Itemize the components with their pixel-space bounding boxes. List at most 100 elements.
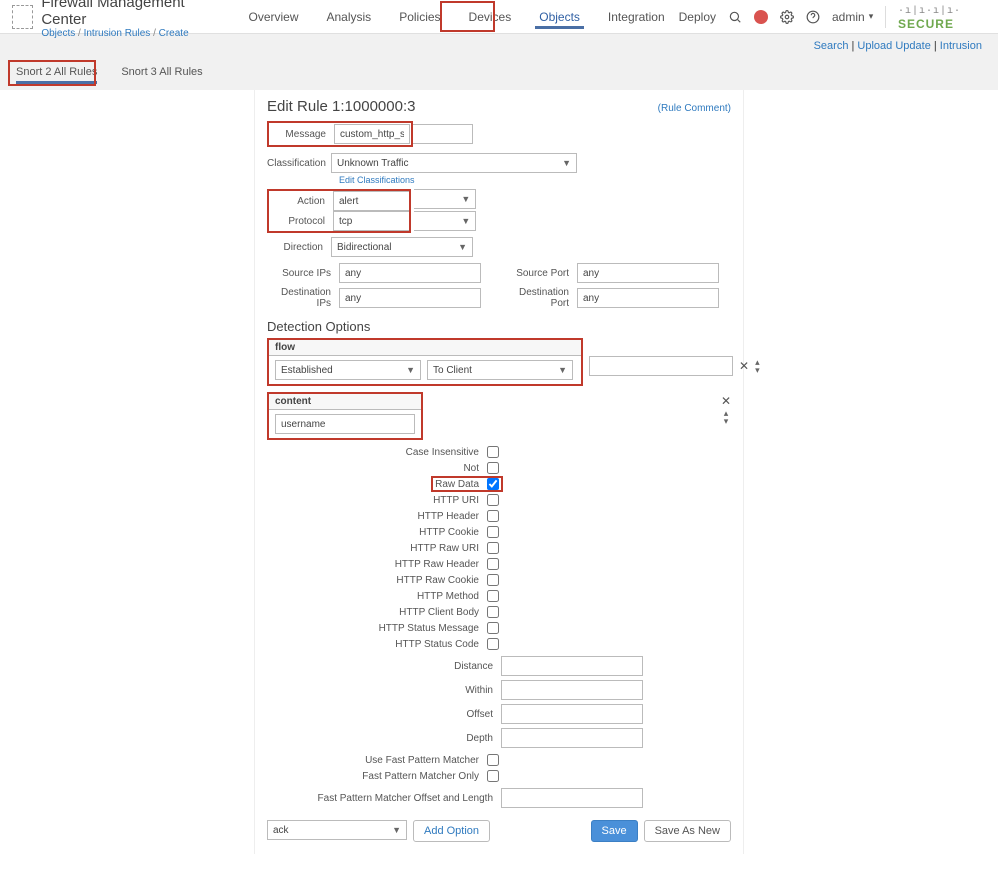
label-within: Within: [465, 685, 493, 696]
save-as-new-button[interactable]: Save As New: [644, 820, 731, 842]
breadcrumb-intrusion-rules[interactable]: Intrusion Rules: [84, 28, 151, 39]
cb-not[interactable]: [487, 462, 499, 474]
label-fast-pattern-matcher-only: Fast Pattern Matcher Only: [362, 771, 479, 782]
flow-reorder-icon[interactable]: ▴▾: [755, 358, 760, 374]
link-search[interactable]: Search: [814, 40, 849, 52]
cb-case-insensitive[interactable]: [487, 446, 499, 458]
app-logo-icon: [12, 5, 33, 29]
save-button[interactable]: Save: [591, 820, 638, 842]
rule-comment-link[interactable]: (Rule Comment): [658, 103, 731, 114]
gear-icon[interactable]: [780, 9, 794, 25]
label-src-ips: Source IPs: [267, 268, 339, 279]
distance-input[interactable]: [501, 656, 643, 676]
protocol-select-caret[interactable]: ▼: [414, 211, 476, 231]
cb-label-http-status-message: HTTP Status Message: [379, 623, 479, 634]
cb-use-fast-pattern-matcher[interactable]: [487, 754, 499, 766]
depth-input[interactable]: [501, 728, 643, 748]
nav-overview[interactable]: Overview: [234, 0, 312, 33]
label-dst-port: Destination Port: [505, 287, 577, 309]
message-input[interactable]: [334, 124, 410, 144]
label-message: Message: [270, 129, 334, 140]
label-distance: Distance: [454, 661, 493, 672]
link-upload-update[interactable]: Upload Update: [857, 40, 930, 52]
deploy-link[interactable]: Deploy: [679, 10, 716, 24]
dst-ips-input[interactable]: [339, 288, 481, 308]
cb-fast-pattern-matcher-only[interactable]: [487, 770, 499, 782]
fpm-offset-input[interactable]: [501, 788, 643, 808]
separator: [885, 6, 886, 28]
breadcrumb-create[interactable]: Create: [159, 28, 189, 39]
flow-remove-icon[interactable]: ✕: [739, 359, 749, 373]
cb-http-method[interactable]: [487, 590, 499, 602]
app-title: Firewall Management Center: [41, 0, 210, 28]
search-icon[interactable]: [728, 9, 742, 25]
cb-label-raw-data: Raw Data: [435, 479, 479, 490]
nav-analysis[interactable]: Analysis: [313, 0, 386, 33]
label-depth: Depth: [466, 733, 493, 744]
action-select[interactable]: alert: [333, 191, 409, 211]
label-offset: Offset: [467, 709, 494, 720]
label-protocol: Protocol: [269, 216, 333, 227]
admin-menu[interactable]: admin▾: [832, 10, 873, 24]
cb-label-http-header: HTTP Header: [417, 511, 479, 522]
nav-objects[interactable]: Objects: [525, 0, 594, 33]
content-reorder-icon[interactable]: ▴▾: [724, 409, 729, 425]
classification-select[interactable]: Unknown Traffic▼: [331, 153, 577, 173]
cb-http-client-body[interactable]: [487, 606, 499, 618]
detection-options-heading: Detection Options: [267, 319, 731, 334]
add-option-button[interactable]: Add Option: [413, 820, 490, 842]
cb-label-http-raw-cookie: HTTP Raw Cookie: [396, 575, 479, 586]
label-fpm-offset: Fast Pattern Matcher Offset and Length: [318, 793, 493, 804]
protocol-select[interactable]: tcp: [333, 211, 409, 231]
src-ips-input[interactable]: [339, 263, 481, 283]
cb-http-raw-cookie[interactable]: [487, 574, 499, 586]
within-input[interactable]: [501, 680, 643, 700]
label-direction: Direction: [267, 242, 331, 253]
flow-option-name: flow: [275, 342, 295, 353]
cb-label-http-cookie: HTTP Cookie: [419, 527, 479, 538]
nav-policies[interactable]: Policies: [385, 0, 454, 33]
cb-label-http-status-code: HTTP Status Code: [395, 639, 479, 650]
flow-extra-input[interactable]: [589, 356, 733, 376]
nav-integration[interactable]: Integration: [594, 0, 679, 33]
content-value-input[interactable]: [275, 414, 415, 434]
nav-devices[interactable]: Devices: [455, 0, 526, 33]
cb-raw-data[interactable]: [487, 478, 499, 490]
src-port-input[interactable]: [577, 263, 719, 283]
label-use-fast-pattern-matcher: Use Fast Pattern Matcher: [365, 755, 479, 766]
cb-label-not: Not: [463, 463, 479, 474]
help-icon[interactable]: [806, 9, 820, 25]
action-select-caret[interactable]: ▼: [414, 189, 476, 209]
label-src-port: Source Port: [505, 268, 577, 279]
edit-rule-title: Edit Rule 1:1000000:3: [267, 98, 415, 115]
link-intrusion[interactable]: Intrusion: [940, 40, 982, 52]
tab-snort3[interactable]: Snort 3 All Rules: [121, 66, 202, 84]
cb-http-cookie[interactable]: [487, 526, 499, 538]
cb-http-raw-uri[interactable]: [487, 542, 499, 554]
flow-toclient-select[interactable]: To Client▼: [427, 360, 573, 380]
cb-label-case-insensitive: Case Insensitive: [406, 447, 479, 458]
cb-label-http-client-body: HTTP Client Body: [399, 607, 479, 618]
content-option-name: content: [275, 396, 311, 407]
notification-icon[interactable]: [754, 9, 768, 25]
offset-input[interactable]: [501, 704, 643, 724]
cb-label-http-raw-header: HTTP Raw Header: [395, 559, 479, 570]
content-remove-icon[interactable]: ✕: [721, 394, 731, 408]
cb-http-status-code[interactable]: [487, 638, 499, 650]
tab-snort2[interactable]: Snort 2 All Rules: [16, 66, 97, 84]
brand-cisco: ·ı|ı·ı|ı· SECURE: [898, 2, 986, 31]
dst-port-input[interactable]: [577, 288, 719, 308]
add-option-select[interactable]: ack▼: [267, 820, 407, 840]
cb-http-raw-header[interactable]: [487, 558, 499, 570]
breadcrumb-objects[interactable]: Objects: [41, 28, 75, 39]
direction-select[interactable]: Bidirectional▼: [331, 237, 473, 257]
cb-http-uri[interactable]: [487, 494, 499, 506]
cb-label-http-method: HTTP Method: [417, 591, 479, 602]
label-action: Action: [269, 196, 333, 207]
edit-classifications-link[interactable]: Edit Classifications: [339, 175, 731, 185]
cb-http-header[interactable]: [487, 510, 499, 522]
flow-established-select[interactable]: Established▼: [275, 360, 421, 380]
cb-http-status-message[interactable]: [487, 622, 499, 634]
cb-label-http-uri: HTTP URI: [433, 495, 479, 506]
label-dst-ips: Destination IPs: [267, 287, 339, 309]
